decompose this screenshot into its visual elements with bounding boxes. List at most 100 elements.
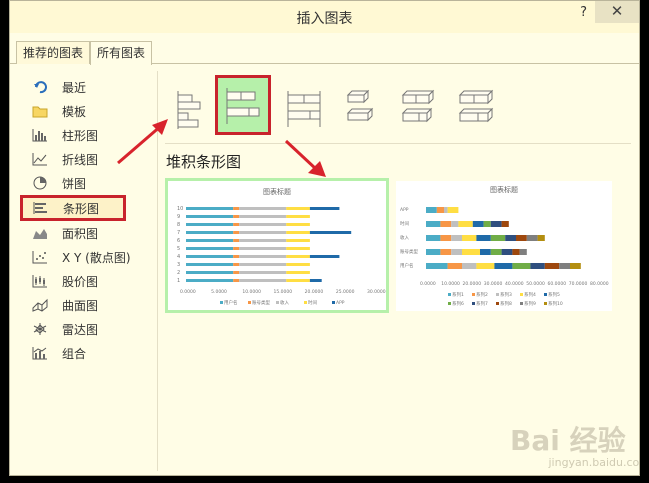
sidebar-item-label: 组合 [62,346,87,361]
sidebar-item-label: 雷达图 [62,322,99,337]
legend-label: 系列5 [548,291,560,298]
x-tick-label: 5.0000 [211,289,227,295]
bar-segment [286,223,310,226]
bar-segment [233,255,240,258]
bar-segment [309,207,340,210]
watermark-text: Bai 经验 [510,424,626,457]
y-tick-label: 2 [177,270,180,276]
legend-swatch [544,293,547,296]
sidebar-item-stock[interactable]: 股价图 [22,269,152,293]
annotation-arrow-right [284,139,326,177]
bar-segment [559,263,570,269]
bar-segment [239,247,287,250]
bar-segment [436,207,444,213]
legend-swatch [448,302,451,305]
title-bar: 插入图表 ? ✕ [10,1,639,33]
tab-recommended-charts[interactable]: 推荐的图表 [16,41,91,64]
y-tick-label: 收入 [400,234,409,241]
bar-segment [530,263,545,269]
y-tick-label: 5 [177,246,180,252]
sidebar-item-label: X Y (散点图) [62,250,131,265]
bar-segment [426,207,437,213]
bar-segment [476,263,495,269]
bar-segment [286,207,310,210]
subtype-stacked-bar-button[interactable] [215,75,271,135]
chart-preview-2[interactable]: 图表标题 APP 时间 收入 账号类型 用户名 0.0000 10.0000 20.0000… [396,181,612,311]
bar-segment [426,249,441,255]
sidebar-item-radar[interactable]: 雷达图 [22,317,152,341]
bar-segment [458,221,473,227]
sidebar-item-recent[interactable]: 最近 [22,75,152,99]
bar-segment [239,223,287,226]
y-tick-label: 账号类型 [400,248,418,255]
bar-segment [309,231,352,234]
sidebar-item-label: 面积图 [62,226,99,241]
legend-swatch [276,301,279,304]
y-tick-label: APP [400,207,409,213]
close-button[interactable]: ✕ [595,1,639,23]
sidebar-item-bar[interactable]: 条形图 [20,195,126,221]
sidebar-item-pie[interactable]: 饼图 [22,171,152,195]
subtype-3d-stacked-bar-button[interactable] [393,75,449,135]
bar-segment [483,221,491,227]
annotation-arrow-left [117,119,168,165]
subtype-100-stacked-bar-button[interactable] [278,75,334,135]
watermark: Bai 经验 jingyan.baidu.com [510,419,639,471]
bar-segment [286,239,310,242]
legend-label: 收入 [280,299,289,306]
sidebar-item-label: 最近 [62,80,87,95]
bar-segment [462,263,477,269]
bar-segment [186,231,234,234]
bar-segment [239,255,287,258]
bar-segment [286,279,310,282]
x-tick-label: 25.0000 [336,289,355,295]
sidebar-item-combo[interactable]: 组合 [22,341,152,365]
legend-swatch [520,293,523,296]
sidebar-item-label: 模板 [62,104,87,119]
subtype-3d-clustered-bar-button[interactable] [336,75,392,135]
bar-segment [286,255,310,258]
bar-segment [233,207,240,210]
combo-chart-icon [32,345,48,361]
tab-all-charts[interactable]: 所有图表 [90,41,153,65]
surface-chart-icon [32,297,48,313]
bar-segment [186,223,234,226]
preview-1-plot: 10 9 8 7 6 5 4 3 2 1 0.0000 5.0000 10.0000 15.0000 20… [177,206,386,306]
bar-segment [537,235,545,241]
folder-icon [32,103,48,119]
bar-chart-icon [33,200,49,216]
help-button[interactable]: ? [580,5,587,20]
gallery-separator [165,143,631,144]
bar-segment [451,221,459,227]
bar-segment [501,249,513,255]
bar-segment [526,235,538,241]
bar-segment [462,249,480,255]
bar-segment [480,249,491,255]
subtype-3d-100-stacked-bar-button[interactable] [450,75,506,135]
stock-chart-icon [32,273,48,289]
bar-segment [286,271,310,274]
bar-segment [440,235,452,241]
bar-segment [186,255,234,258]
sidebar-item-surface[interactable]: 曲面图 [22,293,152,317]
bar-segment [233,231,240,234]
bar-segment [512,249,520,255]
legend-swatch [496,302,499,305]
radar-chart-icon [32,321,48,337]
chart-subtype-gallery [160,69,630,145]
bar-segment [516,235,527,241]
bar-segment [239,263,287,266]
bar-segment [286,263,310,266]
bar-segment [544,263,560,269]
y-tick-label: 10 [177,206,183,212]
bar-segment [447,207,459,213]
sidebar-item-area[interactable]: 面积图 [22,221,152,245]
chart-preview-1[interactable]: 图表标题 10 9 8 7 6 5 4 3 2 1 0.0000 5.0000 10.0000 15.0… [165,178,389,313]
sidebar-item-scatter[interactable]: X Y (散点图) [22,245,152,269]
bar-segment [440,221,452,227]
bar-segment [494,263,513,269]
legend-label: 时间 [308,299,317,306]
bar-segment [186,271,234,274]
bar-segment [490,235,506,241]
bar-segment [426,235,441,241]
